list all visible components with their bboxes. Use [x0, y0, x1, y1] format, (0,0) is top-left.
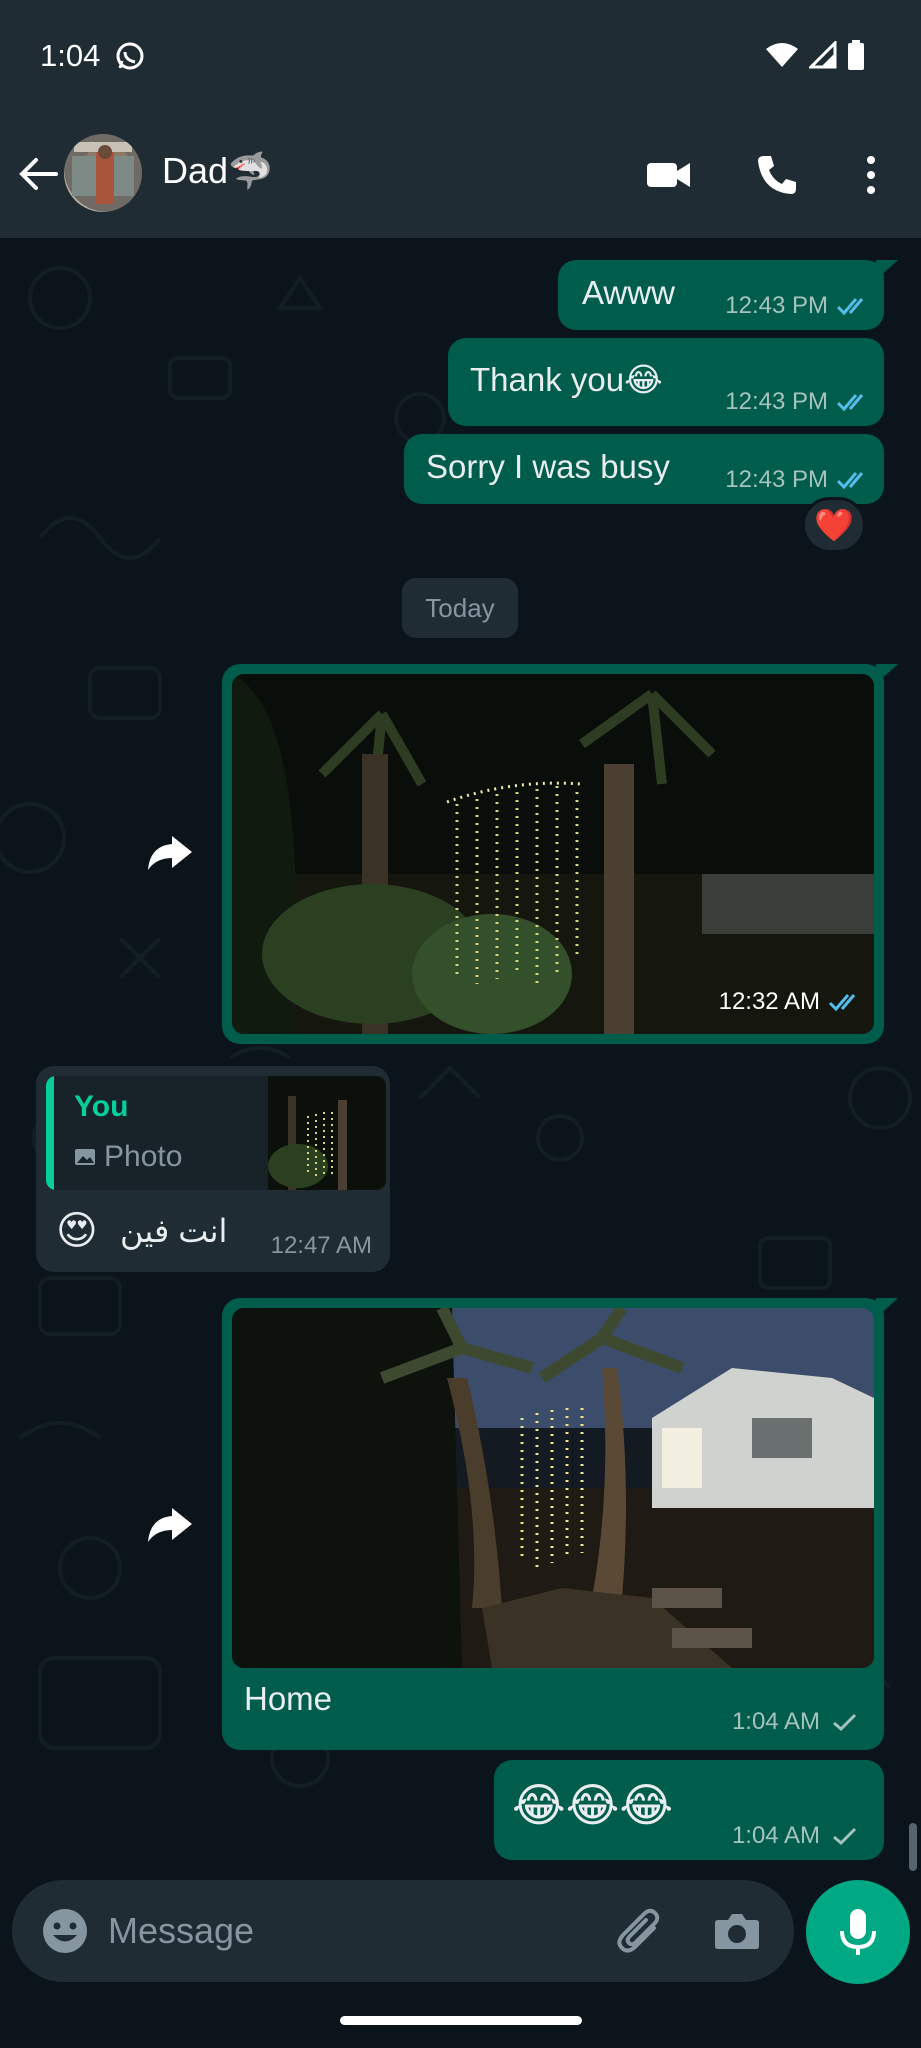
bubble-tail [876, 1298, 898, 1318]
scrollbar[interactable] [909, 1823, 917, 1871]
bubble-tail [876, 664, 898, 684]
message-input[interactable] [108, 1898, 598, 1964]
outgoing-photo-message[interactable]: Home 1:04 AM [222, 1298, 898, 1750]
message-time: 12:43 PM [725, 388, 828, 415]
sent-tick-icon [833, 1713, 857, 1732]
message-time: 12:47 AM [270, 1232, 372, 1259]
read-receipt-icon [836, 472, 864, 490]
message-text: انت فين [120, 1213, 228, 1249]
sent-tick-icon [833, 1827, 857, 1846]
read-receipt-icon [836, 394, 864, 412]
message-text: Sorry I was busy [426, 448, 670, 485]
more-options-icon[interactable] [846, 150, 896, 200]
outgoing-message[interactable]: Sorry I was busy 12:43 PM [404, 434, 884, 504]
bubble-tail [876, 260, 898, 280]
wifi-icon [766, 43, 798, 67]
quoted-photo-thumbnail [268, 1076, 386, 1190]
emoji-icon[interactable] [40, 1906, 90, 1956]
battery-icon [848, 40, 864, 70]
read-receipt-icon [836, 298, 864, 316]
message-meta: 1:04 AM [732, 1708, 862, 1736]
photo-thumbnail[interactable] [232, 1308, 874, 1668]
chat-header: 1:04 Dad🦈 [0, 0, 921, 238]
message-meta: 1:04 AM [732, 1822, 862, 1850]
system-navigation-bar [0, 1990, 921, 2048]
message-time: 12:32 AM [718, 988, 820, 1015]
quoted-message[interactable]: You Photo [46, 1076, 386, 1190]
voice-call-icon[interactable] [752, 150, 802, 200]
message-composer [12, 1880, 794, 1982]
message-meta: 12:43 PM [725, 292, 870, 320]
outgoing-message[interactable]: 😂😂😂 1:04 AM [494, 1760, 884, 1860]
home-gesture-pill[interactable] [340, 2016, 582, 2025]
quote-accent-bar [46, 1076, 54, 1190]
contact-name[interactable]: Dad🦈 [162, 150, 273, 192]
voice-message-button[interactable] [806, 1880, 910, 1984]
message-text: Awww [582, 274, 675, 311]
message-time: 1:04 AM [731, 1822, 820, 1849]
back-arrow-icon[interactable] [16, 152, 60, 196]
message-time: 12:43 PM [725, 466, 828, 493]
reaction-emoji: ❤️ [814, 507, 854, 543]
message-time: 12:43 PM [725, 292, 828, 319]
message-meta: 12:43 PM [725, 466, 870, 494]
message-time: 1:04 AM [731, 1708, 820, 1735]
camera-icon[interactable] [712, 1906, 762, 1956]
quoted-author: You [74, 1090, 129, 1123]
outgoing-photo-message[interactable]: 12:32 AM [222, 664, 898, 1044]
photo-icon [75, 1149, 95, 1165]
emoji: 😍 [56, 1209, 98, 1253]
incoming-reply-message[interactable]: You Photo 😍 انت فين 12:47 AM [36, 1066, 390, 1272]
date-divider: Today [402, 578, 518, 638]
attachment-icon[interactable] [614, 1904, 668, 1958]
message-text: Thank you😂 [470, 361, 663, 398]
outgoing-message[interactable]: Thank you😂 12:43 PM [448, 338, 884, 426]
status-indicators [765, 40, 865, 70]
read-receipt-icon [828, 994, 856, 1012]
forward-icon[interactable] [142, 824, 198, 880]
message-list[interactable]: Awww 12:43 PM Thank you😂 12:43 PM Sorry … [0, 238, 921, 1878]
message-text: 😂😂😂 [512, 1779, 674, 1831]
quoted-type-label: Photo [104, 1140, 183, 1173]
signal-icon [809, 41, 837, 69]
status-time: 1:04 [40, 38, 101, 73]
photo-caption: Home [244, 1680, 333, 1717]
forward-icon[interactable] [142, 1496, 198, 1552]
microphone-icon [840, 1909, 876, 1955]
video-call-icon[interactable] [644, 150, 694, 200]
outgoing-message[interactable]: Awww 12:43 PM [558, 260, 898, 330]
message-meta: 12:32 AM [719, 988, 862, 1016]
message-reaction[interactable]: ❤️ [802, 497, 866, 553]
quoted-type: Photo [74, 1140, 182, 1174]
contact-avatar[interactable] [64, 134, 142, 212]
photo-thumbnail[interactable] [232, 674, 874, 1034]
whatsapp-status-icon [116, 42, 144, 70]
message-meta: 12:43 PM [725, 388, 870, 416]
